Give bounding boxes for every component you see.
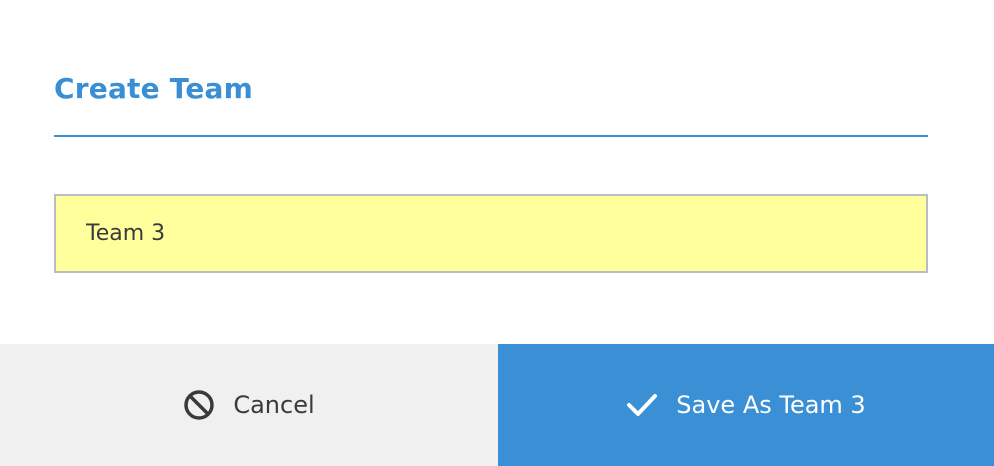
save-button[interactable]: Save As Team 3 [498, 344, 994, 466]
title-divider [54, 135, 928, 137]
team-name-input[interactable] [54, 194, 928, 273]
cancel-button-label: Cancel [233, 391, 315, 419]
cancel-button[interactable]: Cancel [0, 344, 498, 466]
save-button-label: Save As Team 3 [676, 391, 866, 419]
create-team-dialog: Create Team Cancel Save As Team 3 [0, 0, 994, 466]
check-icon [626, 392, 658, 418]
dialog-title: Create Team [54, 72, 254, 105]
ban-icon [183, 389, 215, 421]
dialog-footer: Cancel Save As Team 3 [0, 344, 994, 466]
